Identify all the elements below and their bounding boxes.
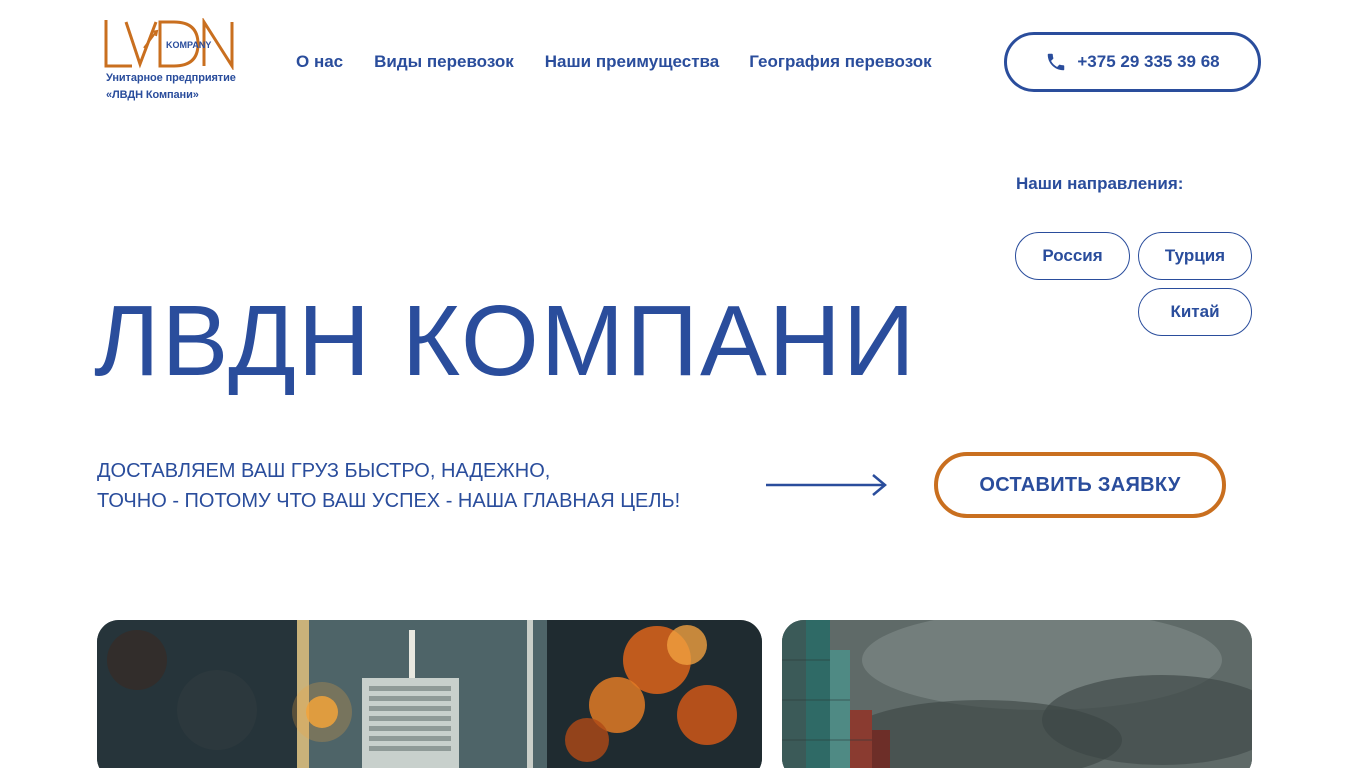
logo-caption-line2: «ЛВДН Компани» [106,89,199,101]
main-nav: О нас Виды перевозок Наши преимущества Г… [296,52,932,72]
nav-link-transport-types[interactable]: Виды перевозок [374,52,514,72]
logo-mark: KOMPANY [104,18,234,70]
hero-title: ЛВДН КОМПАНИ [94,285,917,397]
direction-china-button[interactable]: Китай [1138,288,1252,336]
hero-tagline: ДОСТАВЛЯЕМ ВАШ ГРУЗ БЫСТРО, НАДЕЖНО, ТОЧ… [97,456,680,516]
truck-road-image [97,620,762,768]
port-containers-image [782,620,1252,768]
nav-link-advantages[interactable]: Наши преимущества [545,52,719,72]
nav-link-geography[interactable]: География перевозок [749,52,931,72]
logo-caption-line1: Унитарное предприятие [106,72,236,84]
company-logo[interactable]: KOMPANY Унитарное предприятие «ЛВДН Комп… [104,18,254,108]
directions-title: Наши направления: [1016,174,1184,193]
phone-number: +375 29 335 39 68 [1077,52,1220,71]
arrow-right-icon [766,474,887,496]
hero-tagline-line1: ДОСТАВЛЯЕМ ВАШ ГРУЗ БЫСТРО, НАДЕЖНО, [97,460,551,482]
logo-sub-text: KOMPANY [166,40,211,50]
direction-russia-button[interactable]: Россия [1015,232,1130,280]
nav-link-about[interactable]: О нас [296,52,343,72]
direction-turkey-button[interactable]: Турция [1138,232,1252,280]
phone-button[interactable]: +375 29 335 39 68 [1004,32,1261,92]
submit-request-button[interactable]: ОСТАВИТЬ ЗАЯВКУ [934,452,1226,518]
hero-tagline-line2: ТОЧНО - ПОТОМУ ЧТО ВАШ УСПЕХ - НАША ГЛАВ… [97,490,681,512]
phone-icon [1045,51,1067,73]
